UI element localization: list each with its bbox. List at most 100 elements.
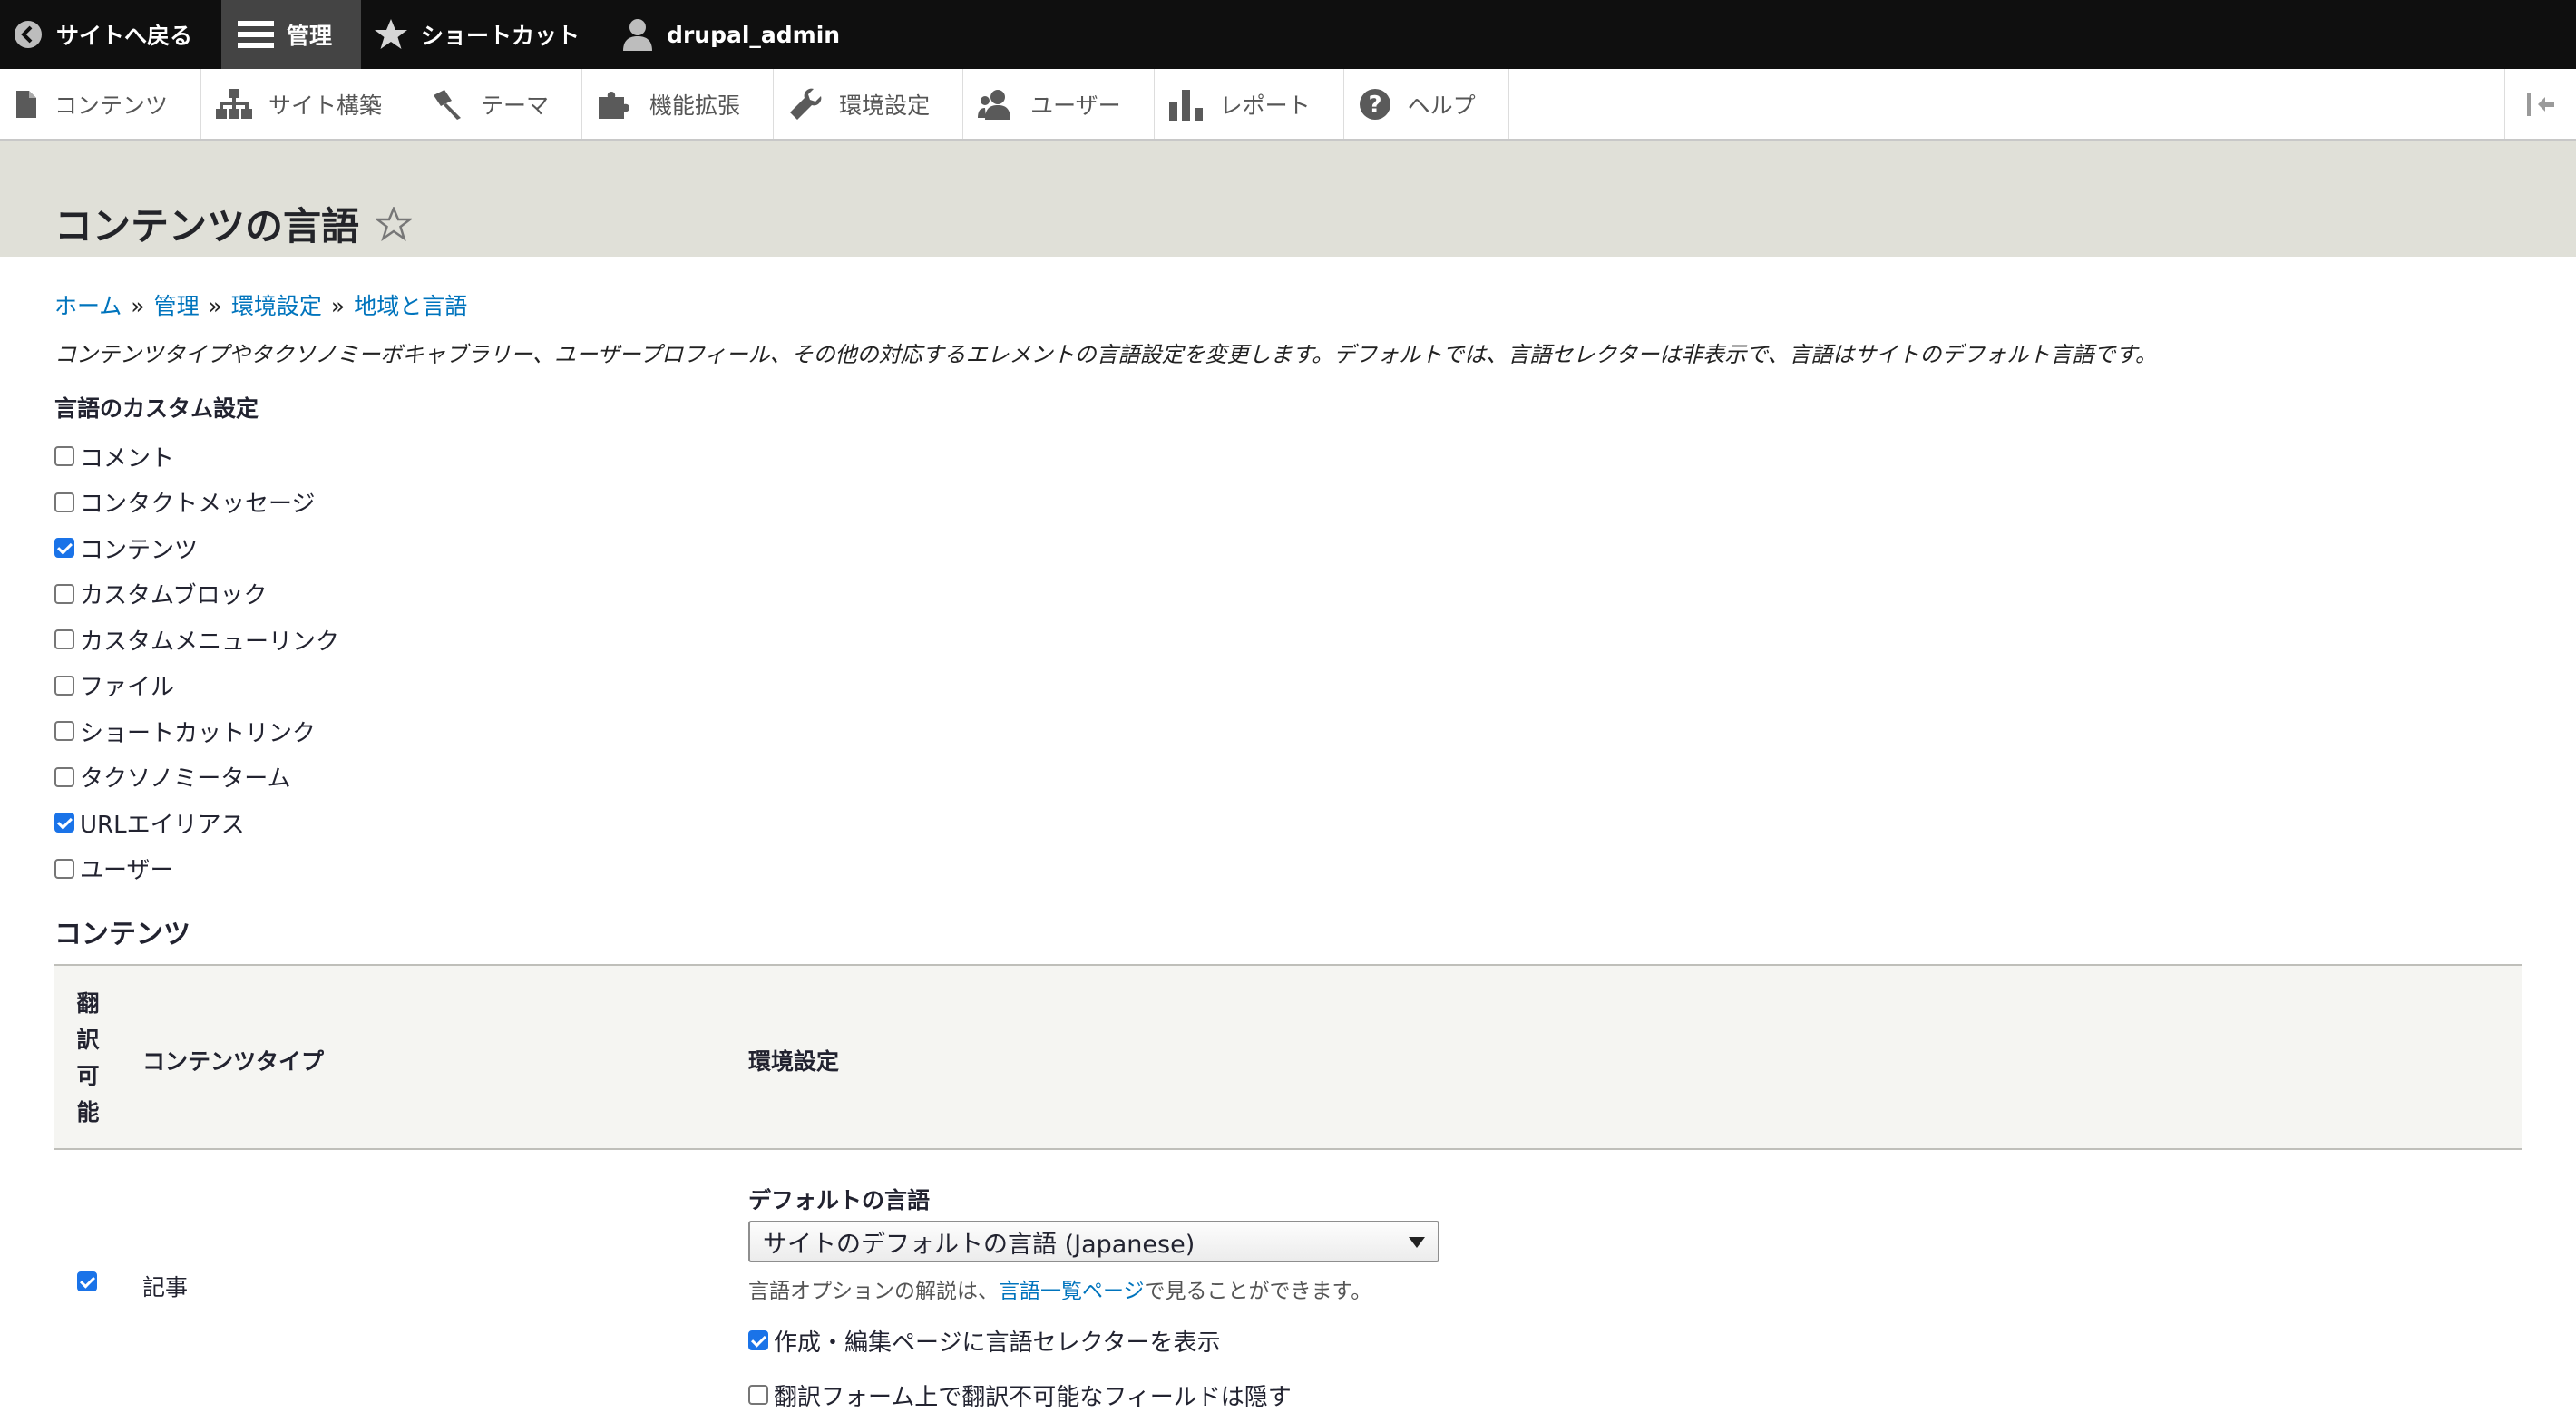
custom-setting-file[interactable]: ファイル (54, 663, 339, 709)
header-settings: 環境設定 (748, 1048, 840, 1075)
header-content-type: コンテンツタイプ (142, 1048, 325, 1075)
checkbox[interactable] (54, 446, 74, 467)
manage-label: 管理 (287, 23, 333, 49)
checkbox[interactable] (54, 766, 74, 787)
checkbox-label: タクソノミーターム (80, 765, 291, 794)
file-icon (16, 90, 36, 118)
page-title-container: コンテンツの言語 (54, 196, 413, 251)
show-language-selector-option[interactable]: 作成・編集ページに言語セレクターを表示 (748, 1313, 1439, 1368)
svg-text:?: ? (1368, 92, 1381, 119)
checkbox[interactable] (54, 813, 74, 833)
page-title-band: コンテンツの言語 (0, 141, 2576, 257)
checkbox-label: カスタムメニューリンク (80, 628, 340, 656)
back-to-site-label: サイトへ戻る (56, 23, 193, 49)
checkbox[interactable] (54, 675, 74, 696)
tray-item-structure[interactable]: サイト構築 (201, 69, 416, 139)
header-char: 能 (76, 1099, 100, 1125)
structure-icon (216, 88, 253, 119)
settings-cell: デフォルトの言語 サイトのデフォルトの言語 (Japanese) 言語オプション… (748, 1183, 1439, 1422)
help-icon: ? (1359, 88, 1390, 120)
people-icon (978, 89, 1011, 120)
tray-item-label: テーマ (481, 92, 550, 119)
manage-tab[interactable]: 管理 (221, 0, 362, 69)
header-char: 可 (76, 1063, 100, 1089)
chevron-left-circle-icon (15, 21, 42, 48)
custom-settings-label: 言語のカスタム設定 (54, 395, 259, 422)
user-tab[interactable]: drupal_admin (609, 0, 869, 69)
header-char: 訳 (76, 1027, 100, 1053)
checkbox[interactable] (54, 721, 74, 742)
checkbox-label: URLエイリアス (80, 811, 245, 839)
tray-item-label: サイト構築 (268, 92, 383, 119)
help-suffix: で見ることができます。 (1144, 1280, 1372, 1303)
checkbox[interactable] (748, 1330, 768, 1350)
content-section-heading: コンテンツ (54, 919, 190, 950)
wrench-icon (790, 88, 822, 120)
custom-setting-url-alias[interactable]: URLエイリアス (54, 800, 339, 846)
checkbox-label: 翻訳フォーム上で翻訳不可能なフィールドは隠す (774, 1383, 1292, 1411)
custom-setting-content[interactable]: コンテンツ (54, 525, 339, 571)
custom-settings-list: コメント コンタクトメッセージ コンテンツ カスタムブロック カスタムメニューリ… (54, 433, 339, 891)
tray-item-content[interactable]: コンテンツ (0, 69, 202, 139)
paintbrush-icon (434, 89, 462, 120)
dropdown-arrow-icon (1409, 1237, 1425, 1248)
content-settings-table: 翻 訳 可 能 コンテンツタイプ 環境設定 記事 デフォルトの言語 サイトのデフ… (54, 964, 2522, 1422)
custom-setting-comment[interactable]: コメント (54, 433, 339, 480)
checkbox-label: コメント (80, 444, 175, 472)
tray-item-help[interactable]: ? ヘルプ (1344, 69, 1509, 139)
puzzle-icon (599, 91, 630, 119)
user-label: drupal_admin (667, 21, 841, 48)
shortcuts-label: ショートカット (421, 23, 581, 49)
checkbox[interactable] (54, 492, 74, 512)
help-prefix: 言語オプションの解説は、 (748, 1280, 999, 1303)
tray-item-label: ヘルプ (1407, 92, 1476, 119)
tray-item-reports[interactable]: レポート (1155, 69, 1344, 139)
custom-setting-user[interactable]: ユーザー (54, 846, 339, 892)
admin-menu-tray: コンテンツ サイト構築 テーマ 機能拡張 環境設定 ユーザー レポート ? ヘル… (0, 69, 2576, 141)
star-icon (375, 19, 408, 49)
checkbox[interactable] (54, 583, 74, 604)
custom-setting-contact-message[interactable]: コンタクトメッセージ (54, 480, 339, 526)
tray-item-label: コンテンツ (54, 92, 169, 119)
breadcrumb-admin[interactable]: 管理 (154, 293, 200, 319)
custom-setting-shortcut-link[interactable]: ショートカットリンク (54, 708, 339, 755)
checkbox[interactable] (54, 538, 74, 559)
table-header: 翻 訳 可 能 コンテンツタイプ 環境設定 (54, 964, 2522, 1150)
breadcrumb-regional[interactable]: 地域と言語 (354, 293, 467, 319)
page-title: コンテンツの言語 (54, 204, 360, 248)
breadcrumb-separator: » (131, 293, 145, 319)
breadcrumb-separator: » (208, 293, 222, 319)
hamburger-icon (238, 21, 275, 48)
tray-item-label: 機能拡張 (649, 92, 741, 119)
translatable-checkbox[interactable] (77, 1271, 97, 1291)
user-icon (623, 19, 653, 51)
tray-item-people[interactable]: ユーザー (963, 69, 1155, 139)
checkbox[interactable] (748, 1385, 768, 1405)
tray-item-extend[interactable]: 機能拡張 (582, 69, 775, 139)
breadcrumb-config[interactable]: 環境設定 (231, 293, 322, 319)
checkbox-label: ファイル (80, 674, 175, 702)
header-char: 翻 (76, 990, 100, 1017)
star-outline-icon[interactable] (376, 206, 413, 241)
collapse-tray-button[interactable] (2504, 69, 2576, 139)
select-value: サイトのデフォルトの言語 (Japanese) (763, 1230, 1195, 1259)
default-language-select[interactable]: サイトのデフォルトの言語 (Japanese) (748, 1221, 1439, 1262)
shortcuts-tab[interactable]: ショートカット (361, 0, 609, 69)
breadcrumb: ホーム » 管理 » 環境設定 » 地域と言語 (54, 288, 467, 321)
custom-setting-custom-menu-link[interactable]: カスタムメニューリンク (54, 617, 339, 663)
checkbox-label: 作成・編集ページに言語セレクターを表示 (774, 1329, 1221, 1357)
custom-setting-custom-block[interactable]: カスタムブロック (54, 571, 339, 618)
collapse-left-icon (2527, 92, 2554, 116)
hide-untranslatable-fields-option[interactable]: 翻訳フォーム上で翻訳不可能なフィールドは隠す (748, 1368, 1439, 1422)
tray-item-appearance[interactable]: テーマ (415, 69, 583, 139)
tray-item-label: レポート (1219, 92, 1311, 119)
breadcrumb-home[interactable]: ホーム (54, 293, 122, 319)
checkbox[interactable] (54, 858, 74, 879)
bar-chart-icon (1168, 89, 1203, 121)
language-list-link[interactable]: 言語一覧ページ (999, 1280, 1145, 1303)
back-to-site-link[interactable]: サイトへ戻る (0, 0, 221, 69)
tray-item-config[interactable]: 環境設定 (774, 69, 964, 139)
custom-setting-taxonomy-term[interactable]: タクソノミーターム (54, 755, 339, 801)
checkbox[interactable] (54, 629, 74, 650)
header-translatable[interactable]: 翻 訳 可 能 (74, 986, 102, 1131)
